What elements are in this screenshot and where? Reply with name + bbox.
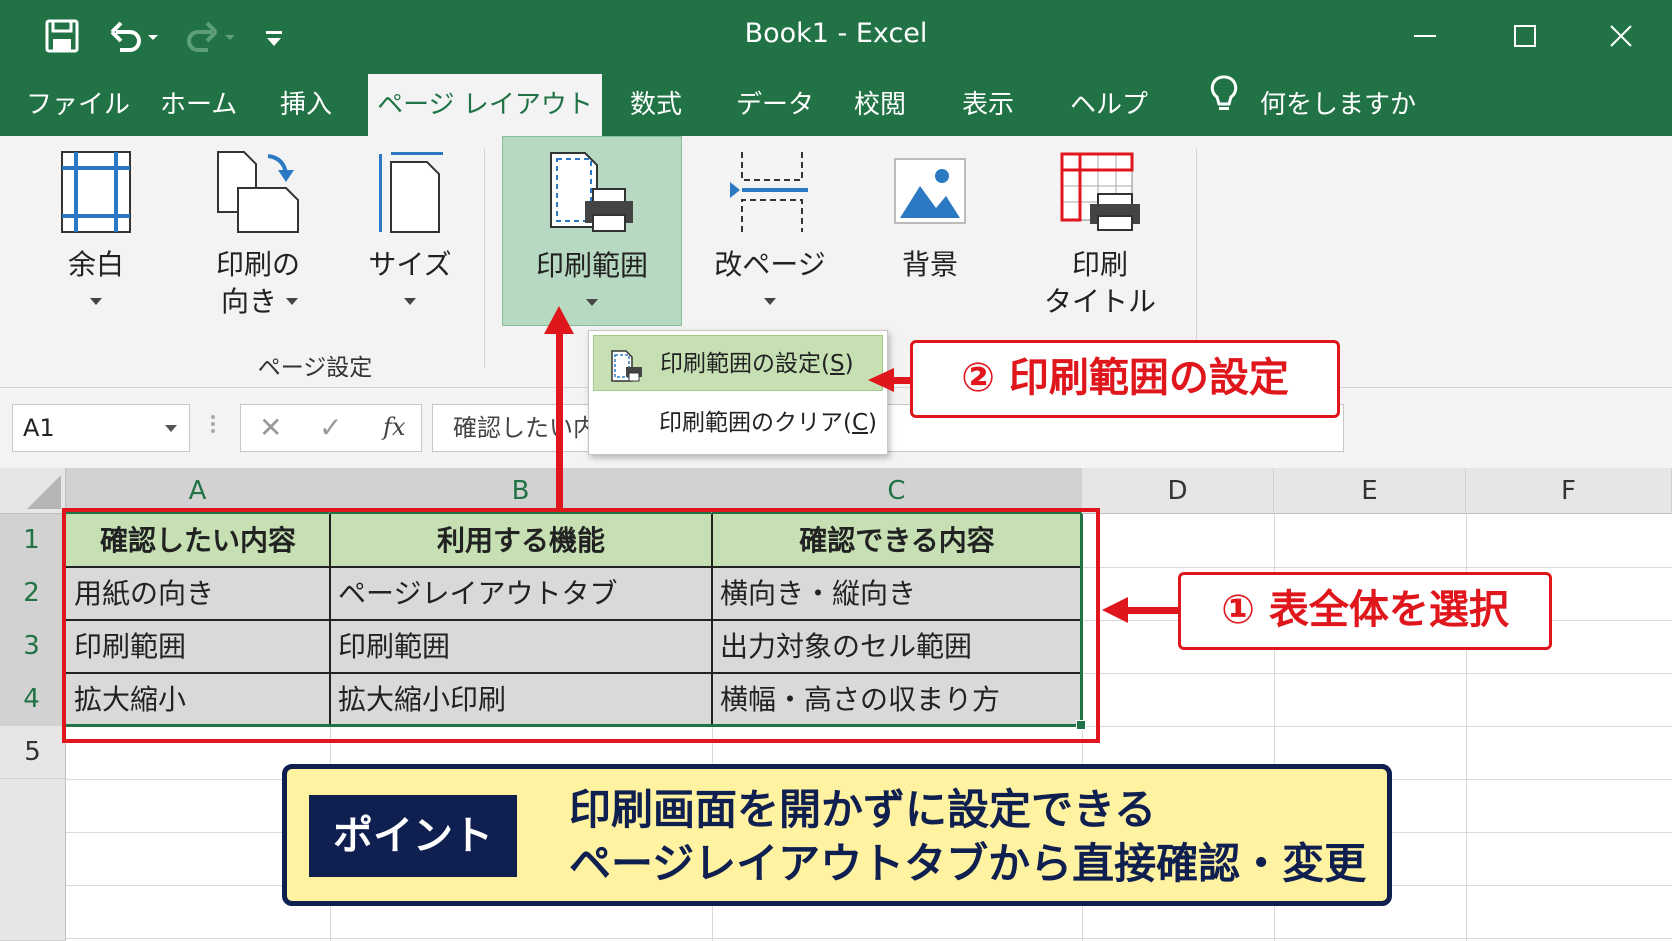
orientation-label-2: 向き [220, 285, 277, 318]
set-print-area-accesskey: S [829, 351, 845, 377]
row-header-empty [0, 779, 66, 941]
point-box: ポイント 印刷画面を開かずに設定できる ページレイアウトタブから直接確認・変更 [282, 764, 1392, 906]
size-button[interactable]: サイズ [360, 136, 460, 336]
enter-icon[interactable]: ✓ [319, 411, 342, 444]
chevron-down-icon [586, 299, 598, 306]
select-all-button[interactable] [0, 468, 66, 514]
margins-label: 余白 [67, 248, 124, 281]
print-titles-icon [1058, 150, 1142, 241]
print-area-icon [547, 151, 637, 242]
background-button[interactable]: 背景 [880, 136, 980, 336]
drag-handle-icon[interactable] [210, 412, 216, 442]
orientation-label-1: 印刷の [215, 248, 300, 281]
point-line-1: 印刷画面を開かずに設定できる [569, 785, 1157, 834]
tab-view[interactable]: 表示 [962, 70, 1014, 136]
column-header[interactable]: E [1274, 468, 1466, 514]
print-titles-label-1: 印刷 [1071, 248, 1128, 281]
point-line-2: ページレイアウトタブから直接確認・変更 [569, 839, 1367, 888]
row-header[interactable]: 5 [0, 726, 66, 779]
tell-me-search[interactable]: 何をしますか [1210, 70, 1416, 136]
clear-print-area-item[interactable]: 印刷範囲のクリア(C) [593, 395, 883, 451]
orientation-icon [216, 150, 300, 241]
page-setup-group-label: ページ設定 [257, 355, 373, 381]
point-text: 印刷画面を開かずに設定できる ページレイアウトタブから直接確認・変更 [569, 783, 1366, 891]
tab-insert[interactable]: 挿入 [280, 70, 332, 136]
title-bar: Book1 - Excel [0, 0, 1672, 70]
tab-home[interactable]: ホーム [160, 70, 237, 136]
gridline [66, 938, 1672, 939]
set-print-area-suffix: ) [844, 351, 854, 377]
size-label: サイズ [368, 248, 452, 281]
tab-help[interactable]: ヘルプ [1070, 70, 1148, 136]
print-area-button[interactable]: 印刷範囲 [502, 136, 682, 326]
name-box[interactable]: A1 [12, 404, 190, 452]
tab-file[interactable]: ファイル [26, 70, 130, 136]
background-label: 背景 [901, 248, 958, 281]
minimize-icon[interactable] [1400, 14, 1450, 58]
ribbon-separator [1196, 148, 1197, 368]
set-print-area-item[interactable]: 印刷範囲の設定(S) [593, 335, 883, 391]
margins-icon [60, 150, 132, 241]
chevron-down-icon [90, 298, 102, 305]
tell-me-label: 何をしますか [1260, 90, 1417, 120]
table-highlight-box [62, 508, 1100, 743]
row-header[interactable]: 1 [0, 514, 66, 567]
breaks-button[interactable]: 改ページ [710, 136, 830, 336]
step1-callout: ① 表全体を選択 [1178, 572, 1552, 650]
clear-print-area-accesskey: C [851, 410, 869, 436]
page-size-icon [375, 150, 445, 241]
row-header[interactable]: 4 [0, 673, 66, 726]
chevron-down-icon[interactable] [165, 425, 177, 432]
step2-callout: ② 印刷範囲の設定 [910, 340, 1340, 418]
orientation-button[interactable]: 印刷の 向き [198, 136, 318, 336]
point-badge: ポイント [309, 795, 517, 877]
breaks-label: 改ページ [714, 248, 826, 281]
print-area-dropdown: 印刷範囲の設定(S) 印刷範囲のクリア(C) [588, 330, 888, 455]
row-header[interactable]: 2 [0, 567, 66, 620]
background-image-icon [894, 158, 966, 231]
ribbon-separator [484, 148, 485, 368]
chevron-down-icon [764, 298, 776, 305]
chevron-down-icon [404, 298, 416, 305]
print-titles-button[interactable]: 印刷 タイトル [1040, 136, 1160, 336]
column-header[interactable]: D [1082, 468, 1274, 514]
page-break-icon [728, 150, 812, 241]
clear-print-area-suffix: ) [868, 410, 878, 436]
ribbon-tabs: ファイル ホーム 挿入 ページ レイアウト 数式 データ 校閲 表示 ヘルプ 何… [0, 70, 1672, 136]
set-print-area-label: 印刷範囲の設定( [660, 351, 830, 377]
insert-function-icon[interactable]: fx [383, 413, 405, 441]
lightbulb-icon [1210, 71, 1238, 141]
margins-button[interactable]: 余白 [46, 136, 146, 336]
close-icon[interactable] [1596, 14, 1646, 58]
chevron-down-icon [286, 298, 298, 305]
tab-data[interactable]: データ [736, 70, 814, 136]
clear-print-area-label: 印刷範囲のクリア( [659, 410, 852, 436]
formula-buttons: ✕ ✓ fx [240, 404, 422, 452]
maximize-icon[interactable] [1500, 14, 1550, 58]
tab-page-layout[interactable]: ページ レイアウト [368, 74, 602, 136]
name-box-value: A1 [23, 414, 55, 442]
column-header[interactable]: F [1466, 468, 1672, 514]
cancel-icon[interactable]: ✕ [259, 411, 282, 444]
print-area-label: 印刷範囲 [535, 249, 648, 282]
print-titles-label-2: タイトル [1043, 285, 1156, 318]
tab-review[interactable]: 校閲 [854, 70, 906, 136]
tab-formulas[interactable]: 数式 [630, 70, 682, 136]
row-header[interactable]: 3 [0, 620, 66, 673]
